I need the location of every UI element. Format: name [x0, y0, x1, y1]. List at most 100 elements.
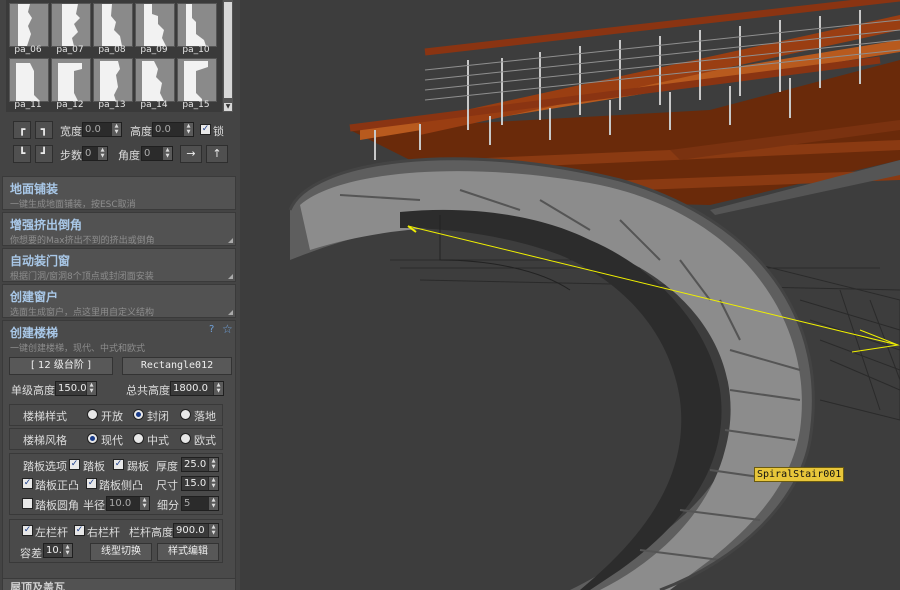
height-label: 高度	[130, 125, 152, 138]
tolerance-label: 容差	[20, 547, 42, 560]
thumbnail-label: pa_07	[56, 45, 84, 55]
lock-checkbox[interactable]: ✓	[200, 124, 211, 135]
profile-thumbnail-pa-11[interactable]	[9, 58, 49, 102]
rollout-title: 自动装门窗	[10, 254, 71, 268]
thickness-spinner[interactable]: 25.0 ▲ ▼	[181, 457, 219, 472]
angle-spinner[interactable]: 0 ▲ ▼	[141, 146, 173, 161]
stair-style-label: 楼梯样式	[23, 410, 67, 423]
arrow-right-button[interactable]: →	[180, 145, 202, 163]
riser-checkbox[interactable]: ✓	[113, 459, 124, 470]
genre-modern-label: 现代	[101, 434, 123, 447]
rollout-title[interactable]: 创建楼梯	[10, 324, 58, 341]
left-rail-label: 左栏杆	[35, 526, 68, 539]
profile-thumbnail-pa-12[interactable]	[51, 58, 91, 102]
scroll-down-arrow-icon[interactable]: ▼	[224, 103, 232, 111]
corner-bottom-right-button[interactable]: ┛	[35, 145, 53, 163]
profile-thumbnail-pa-10[interactable]	[177, 3, 217, 47]
style-open-radio[interactable]	[87, 409, 98, 420]
spiral-stair	[288, 157, 815, 590]
rollout-enhanced-extrude[interactable]: 增强挤出倒角 你想要的Max挤出不到的挤出或倒角	[2, 212, 236, 246]
tread-label: 踏板	[83, 460, 105, 473]
rollout-floor-paving[interactable]: 地面铺装 一键生成地面铺装，按ESC取消	[2, 176, 236, 210]
riser-label: 踢板	[127, 460, 149, 473]
profile-thumbnail-pa-07[interactable]	[51, 3, 91, 47]
tread-front-bulge-checkbox[interactable]: ✓	[22, 478, 33, 489]
command-panel: pa_06 pa_07 pa_08 pa_09 pa_10 pa_11 pa_1…	[0, 0, 240, 590]
thumbnail-label: pa_13	[98, 100, 126, 110]
profile-thumbnail-pa-14[interactable]	[135, 58, 175, 102]
width-spinner[interactable]: 0.0 ▲ ▼	[82, 122, 122, 137]
radius-spinner[interactable]: 10.0 ▲ ▼	[106, 496, 150, 511]
height-spinner[interactable]: 0.0 ▲ ▼	[152, 122, 194, 137]
help-icon[interactable]: ?	[209, 324, 214, 335]
angle-label: 角度	[118, 149, 140, 162]
genre-european-label: 欧式	[194, 434, 216, 447]
tread-checkbox[interactable]: ✓	[69, 459, 80, 470]
corner-bottom-left-button[interactable]: ┗	[13, 145, 31, 163]
thumbnail-label: pa_08	[98, 45, 126, 55]
style-closed-radio[interactable]	[133, 409, 144, 420]
thumbnail-label: pa_15	[182, 100, 210, 110]
line-switch-button[interactable]: 线型切换	[90, 543, 152, 561]
rail-height-label: 栏杆高度	[129, 526, 173, 539]
steps-count-label: 步数	[60, 149, 82, 162]
rollout-subtitle: 你想要的Max挤出不到的挤出或倒角	[10, 236, 155, 246]
tread-side-bulge-checkbox[interactable]: ✓	[86, 478, 97, 489]
profile-thumbnail-pa-15[interactable]	[177, 58, 217, 102]
steps-count-spinner[interactable]: 0 ▲ ▼	[82, 146, 108, 161]
unit-height-label: 单级高度	[11, 384, 55, 397]
rollout-expand-icon	[228, 274, 233, 279]
tread-round-label: 踏板圆角	[35, 499, 79, 512]
thickness-label: 厚度	[156, 460, 178, 473]
profile-thumbnail-pa-09[interactable]	[135, 3, 175, 47]
rollout-auto-doors-windows[interactable]: 自动装门窗 根据门洞/窗洞8个顶点或封闭面安装	[2, 248, 236, 282]
left-rail-checkbox[interactable]: ✓	[22, 525, 33, 536]
stair-steps-button[interactable]: [ 12 级台阶 ]	[9, 357, 113, 375]
rollout-title: 地面铺装	[10, 182, 59, 196]
style-edit-button[interactable]: 样式编辑	[157, 543, 219, 561]
rollout-roof-tiles[interactable]: 屋顶及盖瓦	[2, 578, 236, 590]
profile-thumbnail-pa-08[interactable]	[93, 3, 133, 47]
thumbnail-label: pa_12	[56, 100, 84, 110]
genre-chinese-label: 中式	[147, 434, 169, 447]
size-spinner[interactable]: 15.0 ▲ ▼	[181, 476, 219, 491]
rail-height-spinner[interactable]: 900.0 ▲ ▼	[173, 523, 219, 538]
right-rail-checkbox[interactable]: ✓	[74, 525, 85, 536]
profile-thumbnail-pa-13[interactable]	[93, 58, 133, 102]
tolerance-spinner[interactable]: 10.0 ▲ ▼	[43, 543, 73, 558]
rollout-create-window[interactable]: 创建窗户 选面生成窗户，点这里用自定义结构	[2, 284, 236, 318]
profile-thumbnail-pa-06[interactable]	[9, 3, 49, 47]
rollout-subtitle: 根据门洞/窗洞8个顶点或封闭面安装	[10, 272, 154, 282]
style-closed-label: 封闭	[147, 410, 169, 423]
thumbnail-label: pa_06	[14, 45, 42, 55]
style-floor-label: 落地	[194, 410, 216, 423]
corner-top-right-button[interactable]: ┓	[35, 121, 53, 139]
unit-height-spinner[interactable]: 150.0 ▲ ▼	[55, 381, 97, 396]
rollout-expand-icon	[228, 310, 233, 315]
rollout-title: 增强挤出倒角	[10, 218, 83, 232]
stair-genre-label: 楼梯风格	[23, 434, 67, 447]
thumbnail-label: pa_09	[140, 45, 168, 55]
genre-chinese-radio[interactable]	[133, 433, 144, 444]
segments-spinner[interactable]: 5 ▲ ▼	[181, 496, 219, 511]
corner-top-left-button[interactable]: ┏	[13, 121, 31, 139]
scene-render	[288, 0, 900, 590]
scrollbar-thumb[interactable]	[224, 2, 232, 98]
rollout-title: 屋顶及盖瓦	[10, 581, 65, 590]
total-height-spinner[interactable]: 1800.0 ▲ ▼	[170, 381, 224, 396]
object-name-tag: SpiralStair001	[754, 467, 845, 482]
style-floor-radio[interactable]	[180, 409, 191, 420]
pick-shape-button[interactable]: Rectangle012	[122, 357, 232, 375]
viewport-perspective[interactable]: SpiralStair001	[240, 0, 900, 590]
tread-options-label: 踏板选项	[23, 460, 67, 473]
genre-modern-radio[interactable]	[87, 433, 98, 444]
tread-round-checkbox[interactable]: ✓	[22, 498, 33, 509]
thumbnail-scrollbar[interactable]: ▼	[223, 0, 233, 112]
rollout-title: 创建窗户	[10, 290, 59, 304]
segments-label: 细分	[157, 499, 179, 512]
width-label: 宽度	[60, 125, 82, 138]
arrow-up-button[interactable]: ↑	[206, 145, 228, 163]
favorite-star-icon[interactable]: ☆	[222, 322, 233, 336]
genre-european-radio[interactable]	[180, 433, 191, 444]
tread-front-bulge-label: 踏板正凸	[35, 479, 79, 492]
